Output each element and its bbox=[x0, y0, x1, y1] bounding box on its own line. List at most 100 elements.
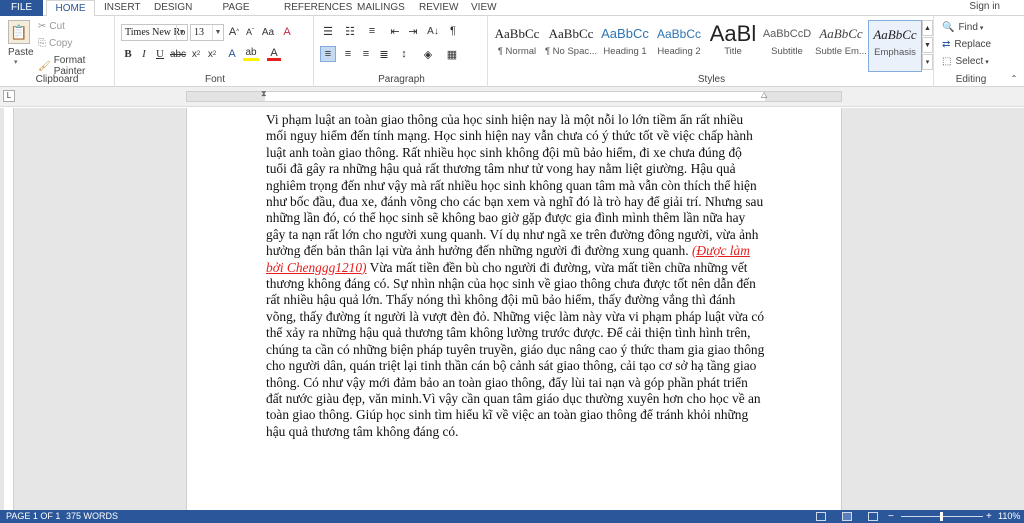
line-spacing-icon[interactable]: ↕ bbox=[396, 46, 412, 62]
tab-references[interactable]: REFERENCES bbox=[284, 0, 352, 16]
borders-icon[interactable]: ▦ bbox=[444, 46, 460, 62]
tab-home[interactable]: HOME bbox=[46, 0, 95, 17]
align-right-icon[interactable]: ≡ bbox=[358, 46, 374, 62]
shrink-font-icon[interactable]: Aˇ bbox=[243, 25, 257, 39]
collapse-ribbon-icon[interactable]: ⌃ bbox=[1008, 72, 1020, 84]
replace-icon: ⇄ bbox=[942, 39, 951, 50]
style-heading-2[interactable]: AaBbCc Heading 2 bbox=[652, 20, 706, 72]
chevron-down-icon: ▾ bbox=[979, 24, 984, 32]
tab-page-layout[interactable]: PAGE LAYOUT bbox=[206, 0, 266, 29]
bullets-icon[interactable]: ☰ bbox=[320, 24, 336, 38]
brush-icon: 🖌 bbox=[38, 60, 51, 72]
replace-label: Replace bbox=[954, 39, 992, 50]
grow-font-icon[interactable]: A ^ bbox=[227, 25, 241, 39]
shading-icon[interactable]: ◈ bbox=[420, 46, 436, 62]
style-subtle-emphasis[interactable]: AaBbCc Subtle Em... bbox=[814, 20, 868, 72]
more-styles-icon[interactable]: ▾ bbox=[922, 54, 933, 70]
page-count[interactable]: PAGE 1 OF 1 bbox=[6, 510, 60, 523]
paste-dropdown-icon[interactable]: ▾ bbox=[14, 58, 18, 66]
document-area: Vi phạm luật an toàn giao thông của học … bbox=[0, 108, 1024, 510]
font-size-combo[interactable]: 13 ▼ bbox=[190, 24, 224, 41]
clear-formatting-icon[interactable]: A bbox=[280, 25, 294, 39]
style-emphasis[interactable]: AaBbCc Emphasis bbox=[868, 20, 922, 72]
strikethrough-icon[interactable]: abc bbox=[170, 47, 186, 61]
word-count[interactable]: 375 WORDS bbox=[66, 510, 118, 523]
style-subtitle[interactable]: AaBbCcD Subtitle bbox=[760, 20, 814, 72]
read-mode-icon[interactable] bbox=[816, 512, 826, 521]
text-effects-icon[interactable]: A bbox=[225, 47, 239, 61]
document-page[interactable]: Vi phạm luật an toàn giao thông của học … bbox=[186, 108, 842, 510]
tab-insert[interactable]: INSERT bbox=[104, 0, 141, 16]
style-title[interactable]: AaBl Title bbox=[706, 20, 760, 72]
change-case-icon[interactable]: Aa bbox=[261, 25, 275, 39]
copy-button[interactable]: ⎘ Copy bbox=[38, 38, 72, 49]
align-left-icon[interactable]: ≡ bbox=[320, 46, 336, 62]
style-preview: AaBbCc bbox=[494, 26, 540, 41]
scroll-down-icon[interactable]: ▼ bbox=[922, 37, 933, 53]
sign-in-link[interactable]: Sign in bbox=[969, 1, 1000, 12]
tab-mailings[interactable]: MAILINGS bbox=[357, 0, 405, 16]
chevron-down-icon[interactable]: ▼ bbox=[212, 25, 223, 40]
align-center-icon[interactable]: ≡ bbox=[340, 46, 356, 62]
cut-label: Cut bbox=[49, 21, 65, 32]
font-color-icon[interactable]: A bbox=[267, 47, 281, 61]
body-paragraph[interactable]: Vi phạm luật an toàn giao thông của học … bbox=[266, 112, 766, 440]
pilcrow-icon[interactable]: ¶ bbox=[446, 24, 460, 38]
styles-group: AaBbCc ¶ Normal AaBbCc ¶ No Spac... AaBbCc… bbox=[490, 16, 934, 87]
clipboard-group-label: Clipboard bbox=[35, 74, 79, 85]
decrease-indent-icon[interactable]: ⇤ bbox=[388, 24, 402, 38]
tab-view[interactable]: VIEW bbox=[471, 0, 497, 16]
tab-selector[interactable]: L bbox=[3, 90, 15, 102]
cursor-icon: ⬚ bbox=[942, 56, 952, 67]
multilevel-list-icon[interactable]: ≡ bbox=[364, 24, 380, 38]
style-preview: AaBbCcD bbox=[762, 28, 812, 40]
status-bar: PAGE 1 OF 1 375 WORDS − + 110% bbox=[0, 510, 1024, 523]
tab-file[interactable]: FILE bbox=[0, 0, 43, 16]
style-preview: AaBl bbox=[709, 21, 757, 46]
sort-icon[interactable]: A↓ bbox=[426, 24, 440, 38]
paste-button[interactable]: Paste bbox=[8, 47, 34, 58]
zoom-in-icon[interactable]: + bbox=[986, 510, 992, 523]
style-heading-1[interactable]: AaBbCc Heading 1 bbox=[598, 20, 652, 72]
paste-icon[interactable]: 📋 bbox=[8, 20, 30, 44]
tab-design[interactable]: DESIGN bbox=[154, 0, 192, 16]
indent-marker-icon[interactable]: ⧗ bbox=[261, 89, 267, 99]
web-layout-icon[interactable] bbox=[868, 512, 878, 521]
ribbon-home: 📋 Paste ▾ ✂ Cut ⎘ Copy 🖌 Format Painter Cli… bbox=[0, 16, 1024, 87]
bold-icon[interactable]: B bbox=[121, 47, 135, 61]
font-group: Times New Ro ▼ 13 ▼ A ^ Aˇ Aa A B I U abc x… bbox=[117, 16, 314, 87]
find-button[interactable]: 🔍 Find ▾ bbox=[942, 22, 983, 33]
justify-icon[interactable]: ≣ bbox=[376, 46, 392, 62]
increase-indent-icon[interactable]: ⇥ bbox=[406, 24, 420, 38]
subscript-icon[interactable]: x2 bbox=[189, 47, 203, 61]
chevron-down-icon[interactable]: ▼ bbox=[176, 25, 187, 40]
style-name: Subtle Em... bbox=[815, 46, 867, 57]
style-no-spacing[interactable]: AaBbCc ¶ No Spac... bbox=[544, 20, 598, 72]
replace-button[interactable]: ⇄ Replace bbox=[942, 39, 991, 50]
vertical-ruler[interactable] bbox=[4, 108, 14, 510]
underline-icon[interactable]: U bbox=[153, 47, 167, 61]
numbering-icon[interactable]: ☷ bbox=[342, 24, 358, 38]
style-normal[interactable]: AaBbCc ¶ Normal bbox=[490, 20, 544, 72]
style-preview: AaBbCc bbox=[656, 27, 702, 41]
highlight-icon[interactable]: ab bbox=[243, 47, 259, 61]
font-name-combo[interactable]: Times New Ro ▼ bbox=[121, 24, 188, 41]
tab-review[interactable]: REVIEW bbox=[419, 0, 458, 16]
cut-button[interactable]: ✂ Cut bbox=[38, 21, 65, 32]
print-layout-icon[interactable] bbox=[842, 512, 852, 521]
select-button[interactable]: ⬚ Select ▾ bbox=[942, 56, 989, 67]
zoom-level[interactable]: 110% bbox=[998, 510, 1020, 523]
zoom-out-icon[interactable]: − bbox=[888, 510, 894, 523]
zoom-slider-thumb[interactable] bbox=[940, 512, 943, 521]
right-indent-icon[interactable]: △ bbox=[761, 90, 767, 99]
search-icon: 🔍 bbox=[942, 22, 955, 33]
left-margin-shade bbox=[187, 92, 265, 101]
scroll-up-icon[interactable]: ▲ bbox=[922, 20, 933, 36]
style-name: Emphasis bbox=[874, 47, 916, 58]
horizontal-ruler[interactable]: ⧗ △ bbox=[186, 89, 842, 102]
scissors-icon: ✂ bbox=[38, 21, 47, 32]
font-group-label: Font bbox=[204, 74, 225, 85]
italic-icon[interactable]: I bbox=[137, 47, 151, 61]
font-size-value: 13 bbox=[194, 27, 204, 38]
superscript-icon[interactable]: x2 bbox=[205, 47, 219, 61]
